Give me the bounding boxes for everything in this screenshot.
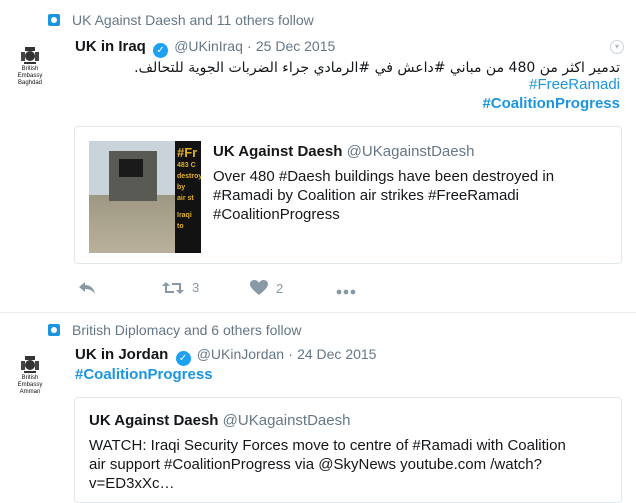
tweet-uk-in-jordan[interactable]: British Diplomacy and 6 others follow Br… — [0, 312, 636, 503]
social-context[interactable]: UK Against Daesh and 11 others follow — [48, 12, 314, 28]
timestamp[interactable]: 25 Dec 2015 — [256, 38, 335, 54]
display-name[interactable]: UK in Jordan — [75, 346, 168, 363]
avatar-caption-line1: British Embassy — [17, 66, 43, 79]
retweet-icon — [162, 282, 184, 294]
hashtag-free-ramadi[interactable]: #FreeRamadi — [529, 76, 620, 93]
heart-icon — [250, 280, 268, 295]
tweet-text-arabic: تدمير اكثر من 480 من مباني #داعش في #الر… — [134, 60, 620, 76]
verified-icon: ✓ — [175, 351, 191, 366]
tweet-header: UK in Jordan ✓ @UKinJordan · 24 Dec 2015 — [75, 346, 377, 366]
royal-crest-icon — [21, 356, 39, 373]
quoted-display-name[interactable]: UK Against Daesh — [213, 143, 342, 160]
verified-icon: ✓ — [153, 43, 169, 58]
more-icon — [336, 289, 356, 295]
quoted-username[interactable]: @UKagainstDaesh — [223, 412, 351, 429]
retweet-button[interactable]: 3 — [162, 280, 199, 295]
quoted-header: UK Against Daesh @UKagainstDaesh — [213, 143, 474, 160]
quoted-username[interactable]: @UKagainstDaesh — [347, 143, 475, 160]
tweet-header: UK in Iraq ✓ @UKinIraq · 25 Dec 2015 — [75, 38, 336, 58]
like-button[interactable]: 2 — [250, 280, 283, 296]
hashtag-coalition-progress[interactable]: #CoalitionProgress — [482, 95, 620, 112]
retweet-count: 3 — [192, 280, 200, 295]
avatar-caption-line2: Amman — [19, 389, 41, 395]
avatar[interactable]: British Embassy Baghdad — [12, 44, 48, 87]
quoted-tweet[interactable]: #Fr 483 C destroyed by air st Iraqi to U… — [74, 126, 622, 264]
caret-down-icon[interactable]: ▾ — [610, 40, 624, 54]
royal-crest-icon — [21, 47, 39, 64]
quoted-text: WATCH: Iraqi Security Forces move to cen… — [89, 437, 566, 492]
quoted-text: Over 480 #Daesh buildings have been dest… — [213, 168, 555, 223]
quoted-tweet[interactable]: UK Against Daesh @UKagainstDaesh WATCH: … — [74, 397, 622, 503]
avatar-caption-line2: Baghdad — [17, 80, 43, 86]
avatar[interactable]: British Embassy Amman — [12, 353, 48, 396]
quoted-media-image[interactable]: #Fr 483 C destroyed by air st Iraqi to — [89, 141, 201, 253]
username[interactable]: @UKinIraq — [174, 38, 243, 54]
avatar-caption-line1: British Embassy — [17, 375, 43, 388]
reply-button[interactable] — [78, 280, 96, 295]
timestamp[interactable]: 24 Dec 2015 — [297, 346, 376, 362]
more-button[interactable] — [336, 280, 356, 295]
social-context[interactable]: British Diplomacy and 6 others follow — [48, 322, 302, 338]
follow-icon — [48, 324, 60, 336]
tweet-uk-in-iraq[interactable]: UK Against Daesh and 11 others follow Br… — [0, 0, 636, 312]
quoted-display-name[interactable]: UK Against Daesh — [89, 412, 218, 429]
like-count: 2 — [276, 281, 284, 296]
username[interactable]: @UKinJordan — [197, 346, 284, 362]
hashtag-coalition-progress[interactable]: #CoalitionProgress — [75, 366, 213, 383]
image-text-overlay: #Fr 483 C destroyed by air st Iraqi to — [175, 141, 201, 253]
display-name[interactable]: UK in Iraq — [75, 38, 146, 55]
quoted-header: UK Against Daesh @UKagainstDaesh — [89, 412, 350, 429]
follow-icon — [48, 14, 60, 26]
reply-icon — [79, 282, 95, 294]
